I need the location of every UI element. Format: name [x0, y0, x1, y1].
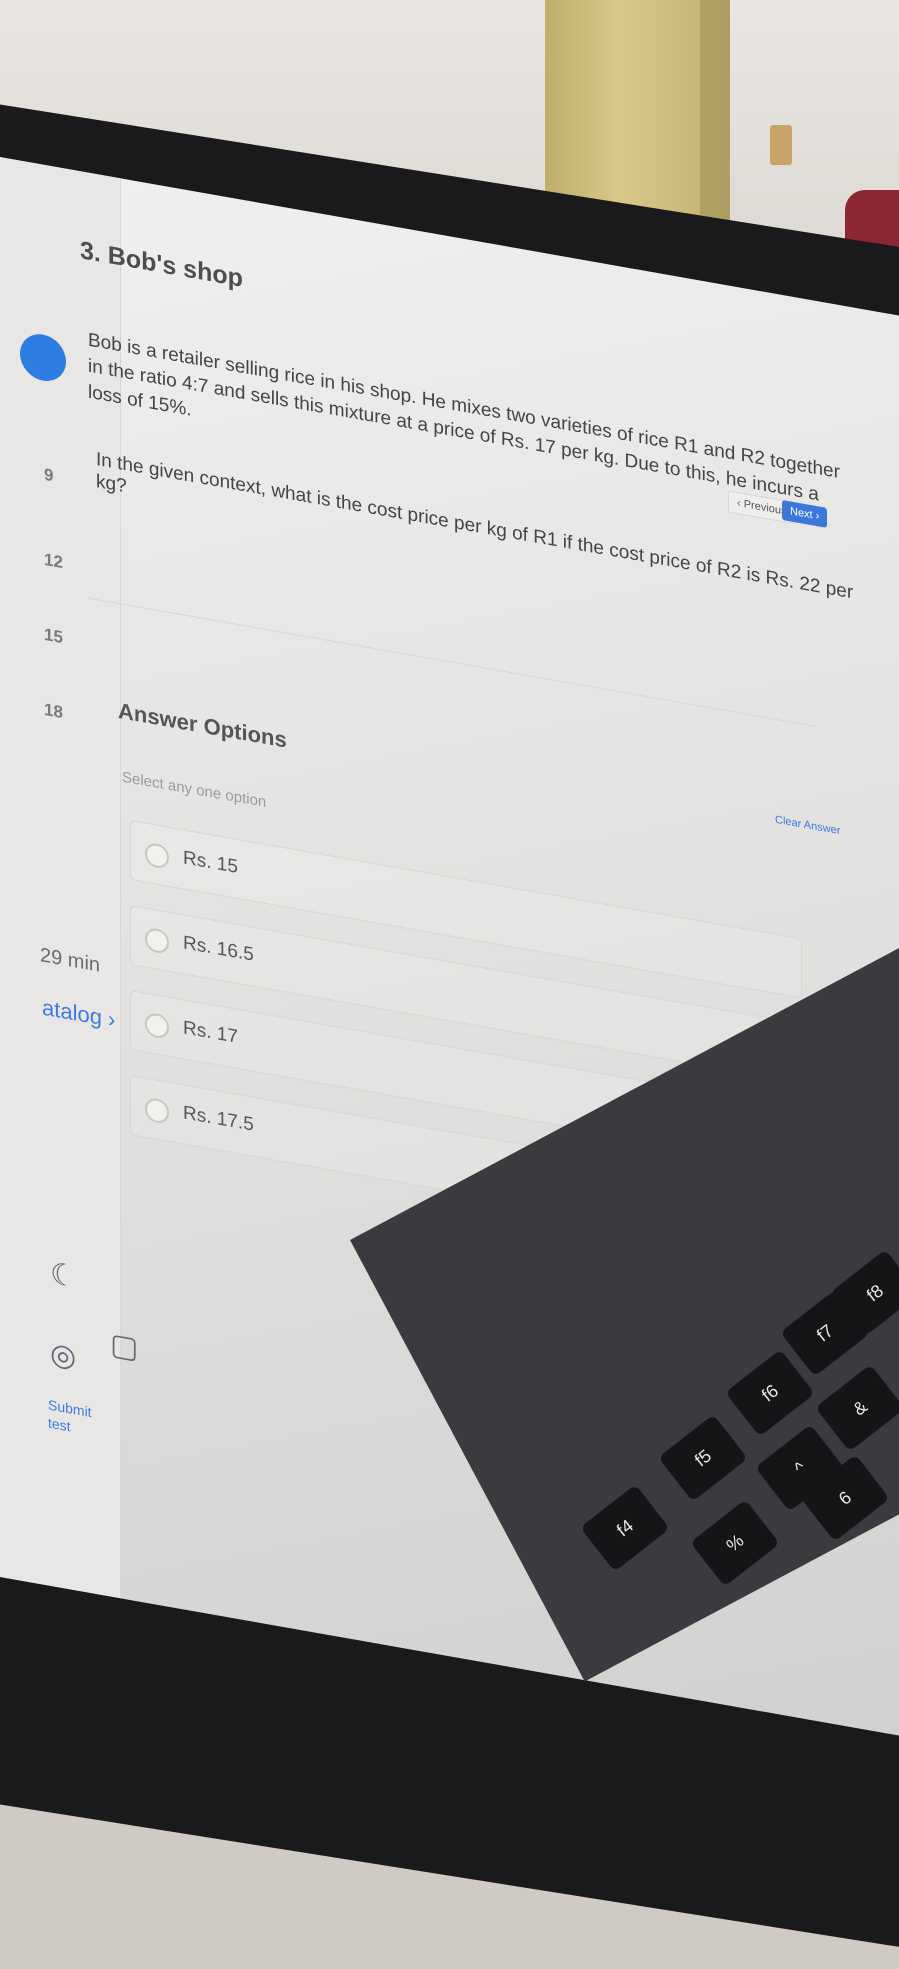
option-label: Rs. 17 — [183, 1017, 238, 1049]
option-label: Rs. 15 — [183, 847, 238, 879]
option-label: Rs. 17.5 — [183, 1102, 254, 1136]
radio-button[interactable] — [145, 1011, 169, 1040]
radio-button[interactable] — [145, 841, 169, 870]
submit-label-2: test — [48, 1414, 71, 1435]
divider — [88, 597, 818, 728]
answer-options-title: Answer Options — [118, 697, 287, 753]
select-hint: Select any one option — [122, 768, 267, 812]
post-shadow — [700, 0, 730, 250]
wall-plug — [770, 125, 792, 165]
question-number[interactable]: 9 — [44, 465, 53, 487]
radio-button[interactable] — [145, 926, 169, 955]
current-question-indicator[interactable] — [20, 330, 66, 385]
question-number[interactable]: 15 — [44, 625, 63, 648]
camera-icon[interactable]: ▢ — [110, 1326, 142, 1365]
option-label: Rs. 16.5 — [183, 932, 254, 966]
moon-icon[interactable]: ☾ — [50, 1256, 82, 1295]
question-number[interactable]: 18 — [44, 700, 63, 723]
catalog-link[interactable]: atalog › — [42, 994, 115, 1033]
radio-button[interactable] — [145, 1096, 169, 1125]
clear-answer-button[interactable]: Clear Answer — [775, 814, 840, 838]
help-icon[interactable]: ◎ — [50, 1336, 82, 1375]
question-number[interactable]: 12 — [44, 550, 63, 573]
submit-test-link[interactable]: Submit test — [48, 1396, 92, 1440]
timer: 29 min — [40, 944, 101, 977]
